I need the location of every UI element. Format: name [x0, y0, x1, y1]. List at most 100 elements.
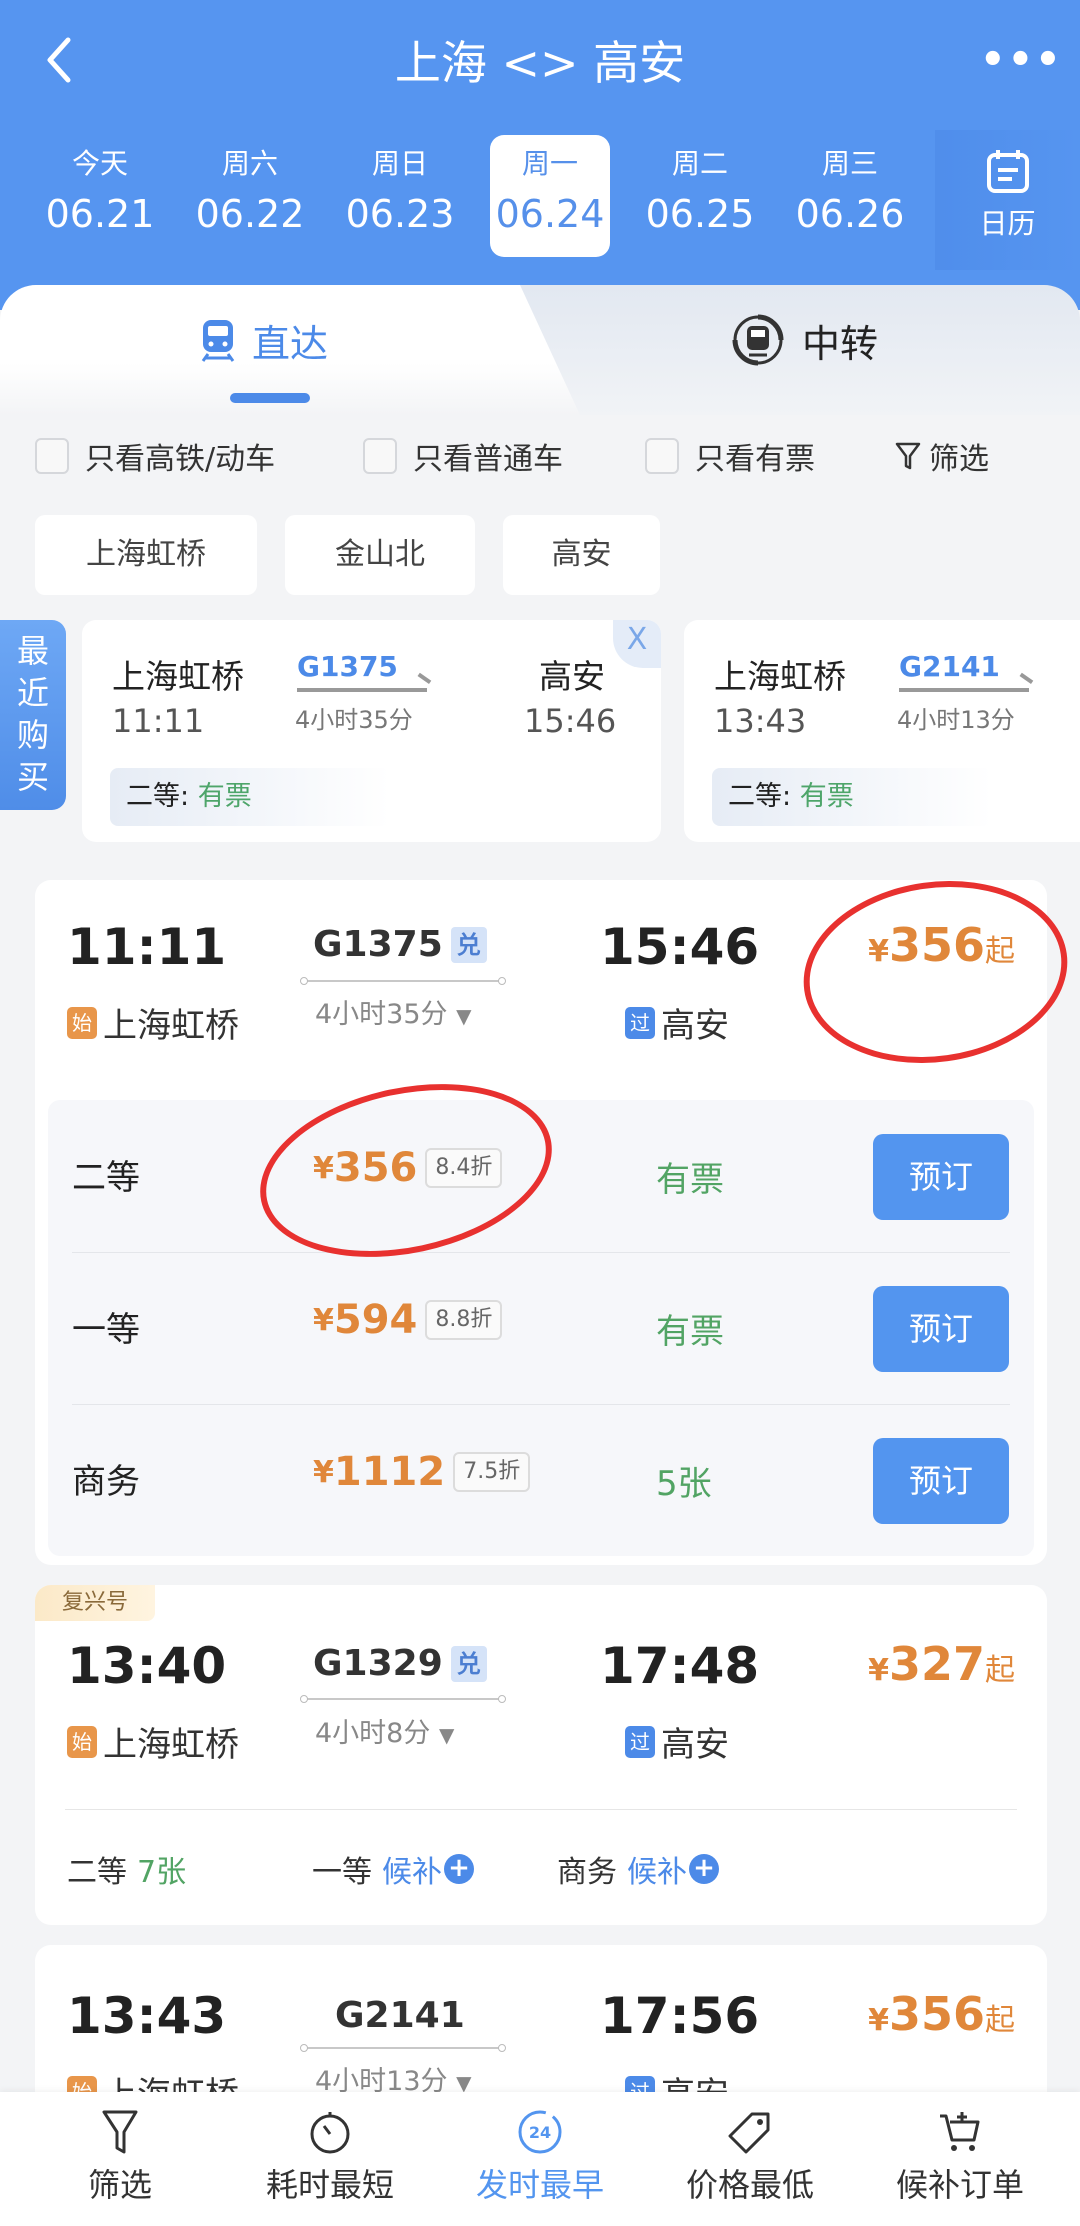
to-station: 过高安: [625, 998, 729, 1047]
train-card[interactable]: 11:11 G1375 兑 4小时35分 ▼ 15:46 始上海虹桥 过高安 ¥3…: [35, 880, 1047, 1565]
recent-duration: 4小时13分: [897, 706, 1015, 734]
book-button[interactable]: 预订: [873, 1134, 1009, 1220]
book-button[interactable]: 预订: [873, 1286, 1009, 1372]
waitlist-item[interactable]: 商务 候补 +: [557, 1847, 719, 1891]
discount-badge: 8.8折: [425, 1300, 503, 1340]
route-type-tabs: 直达 中转: [0, 285, 1080, 415]
seat-status: 候补: [627, 1855, 687, 1890]
seat-class: 商务: [72, 1462, 140, 1502]
nav-waitlist-orders[interactable]: 候补订单: [860, 2092, 1060, 2226]
checkbox-label: 只看普通车: [413, 442, 563, 477]
calendar-button[interactable]: 日历: [935, 130, 1080, 270]
svg-text:24: 24: [529, 2123, 551, 2142]
fuxing-label: 复兴号: [35, 1585, 155, 1621]
recent-from: 上海虹桥: [112, 657, 244, 696]
date-item[interactable]: 周日 06.23: [340, 135, 460, 257]
passing-badge: 过: [625, 1725, 655, 1758]
nav-shortest-duration[interactable]: 耗时最短: [230, 2092, 430, 2226]
recent-duration: 4小时35分: [295, 706, 413, 734]
date-item[interactable]: 周六 06.22: [190, 135, 310, 257]
date-item[interactable]: 周二 06.25: [640, 135, 760, 257]
train-number: G1329 兑: [313, 1643, 487, 1684]
filter-available-checkbox[interactable]: 只看有票: [645, 430, 815, 482]
date-value: 06.25: [645, 192, 755, 236]
seat-availability: 有票: [197, 781, 252, 812]
currency: ¥: [868, 2003, 889, 2038]
station-chip[interactable]: 上海虹桥: [35, 515, 257, 595]
train-card[interactable]: 复兴号 13:40 G1329 兑 4小时8分 ▼ 17:48 始上海虹桥 过高安…: [35, 1585, 1047, 1925]
departure-time: 13:40: [67, 1637, 227, 1695]
seat-class: 一等: [312, 1855, 372, 1890]
plus-icon[interactable]: +: [689, 1854, 719, 1884]
nav-label: 候补订单: [895, 2166, 1024, 2204]
origin-badge: 始: [67, 1006, 97, 1039]
train-number: G1375 兑: [313, 924, 487, 965]
filter-icon: [895, 442, 921, 470]
checkbox[interactable]: [35, 438, 69, 474]
duration-text: 4小时35分: [315, 999, 448, 1030]
seat-availability: 5张: [656, 1464, 712, 1504]
book-button[interactable]: 预订: [873, 1438, 1009, 1524]
arrow-icon: [899, 688, 1029, 692]
recent-purchases-tab[interactable]: 最近购买: [0, 620, 66, 810]
nav-earliest-departure[interactable]: 24 发时最早: [440, 2092, 640, 2226]
price-value: 356: [888, 918, 985, 972]
date-selector: 今天 06.21 周六 06.22 周日 06.23 周一 06.24 周二 06.25 …: [0, 135, 930, 257]
date-value: 06.24: [495, 192, 605, 236]
divider: [65, 1809, 1017, 1810]
checkbox[interactable]: [645, 438, 679, 474]
currency: ¥: [313, 1454, 334, 1490]
plus-icon[interactable]: +: [444, 1854, 474, 1884]
checkbox-label: 只看有票: [695, 442, 815, 477]
date-item-selected[interactable]: 周一 06.24: [490, 135, 610, 257]
station-chip[interactable]: 金山北: [285, 515, 475, 595]
more-button[interactable]: •••: [980, 30, 1061, 90]
tab-transfer[interactable]: 中转: [730, 305, 878, 375]
tab-direct[interactable]: 直达: [200, 305, 328, 375]
station-chip[interactable]: 高安: [503, 515, 660, 595]
checkbox[interactable]: [363, 438, 397, 474]
seat-row: 商务 ¥1112 7.5折 5张 预订: [48, 1404, 1034, 1556]
seat-class: 二等:: [728, 781, 792, 812]
filter-highspeed-checkbox[interactable]: 只看高铁/动车: [35, 430, 275, 482]
filter-regular-checkbox[interactable]: 只看普通车: [363, 430, 563, 482]
recent-seat-info: 二等: 有票: [110, 768, 390, 826]
recent-to: 高安: [539, 657, 605, 696]
recent-from-time: 11:11: [112, 702, 205, 740]
price-value: 356: [888, 1987, 985, 2041]
date-weekday: 周一: [521, 147, 578, 180]
date-item[interactable]: 今天 06.21: [40, 135, 160, 257]
seat-price: ¥1112 7.5折: [313, 1449, 531, 1495]
filter-bar: 只看高铁/动车 只看普通车 只看有票 筛选: [35, 430, 1045, 482]
seat-options: 二等 ¥356 8.4折 有票 预订 一等 ¥594 8.8折 有票 预订 商务 ¥…: [48, 1100, 1034, 1556]
currency: ¥: [313, 1150, 334, 1186]
train-number-text: G1329: [313, 1643, 443, 1684]
nav-filter[interactable]: 筛选: [20, 2092, 220, 2226]
transfer-train-icon: [732, 314, 784, 366]
tab-direct-label: 直达: [252, 321, 329, 366]
waitlist-item[interactable]: 一等 候补 +: [312, 1847, 474, 1891]
nav-lowest-price[interactable]: 价格最低: [650, 2092, 850, 2226]
exchange-badge: 兑: [450, 1645, 487, 1682]
duration-toggle[interactable]: 4小时35分 ▼: [315, 992, 472, 1031]
seat-status: 候补: [382, 1855, 442, 1890]
recent-seat-info: 二等: 有票: [712, 768, 992, 826]
date-weekday: 今天: [71, 147, 128, 180]
duration-toggle[interactable]: 4小时8分 ▼: [315, 1711, 454, 1750]
origin-badge: 始: [67, 1725, 97, 1758]
tab-transfer-label: 中转: [802, 321, 879, 366]
seat-class: 商务: [557, 1855, 617, 1890]
nav-label: 发时最早: [475, 2166, 604, 2204]
recent-card[interactable]: 上海虹桥 11:11 G1375 4小时35分 高安 15:46 二等: 有票: [82, 620, 661, 842]
seat-price: ¥356 8.4折: [313, 1145, 503, 1191]
nav-label: 价格最低: [685, 2166, 814, 2204]
date-item[interactable]: 周三 06.26: [790, 135, 910, 257]
recent-card[interactable]: 上海虹桥 13:43 G2141 4小时13分 二等: 有票: [684, 620, 1080, 842]
active-tab-indicator: [230, 393, 310, 403]
filter-icon: [102, 2110, 138, 2154]
page-title: 上海 <> 高安: [394, 36, 686, 90]
arrival-time: 17:56: [600, 1987, 760, 2045]
price-value: 356: [333, 1145, 418, 1191]
filter-button[interactable]: 筛选: [895, 430, 989, 482]
date-weekday: 周二: [671, 147, 728, 180]
